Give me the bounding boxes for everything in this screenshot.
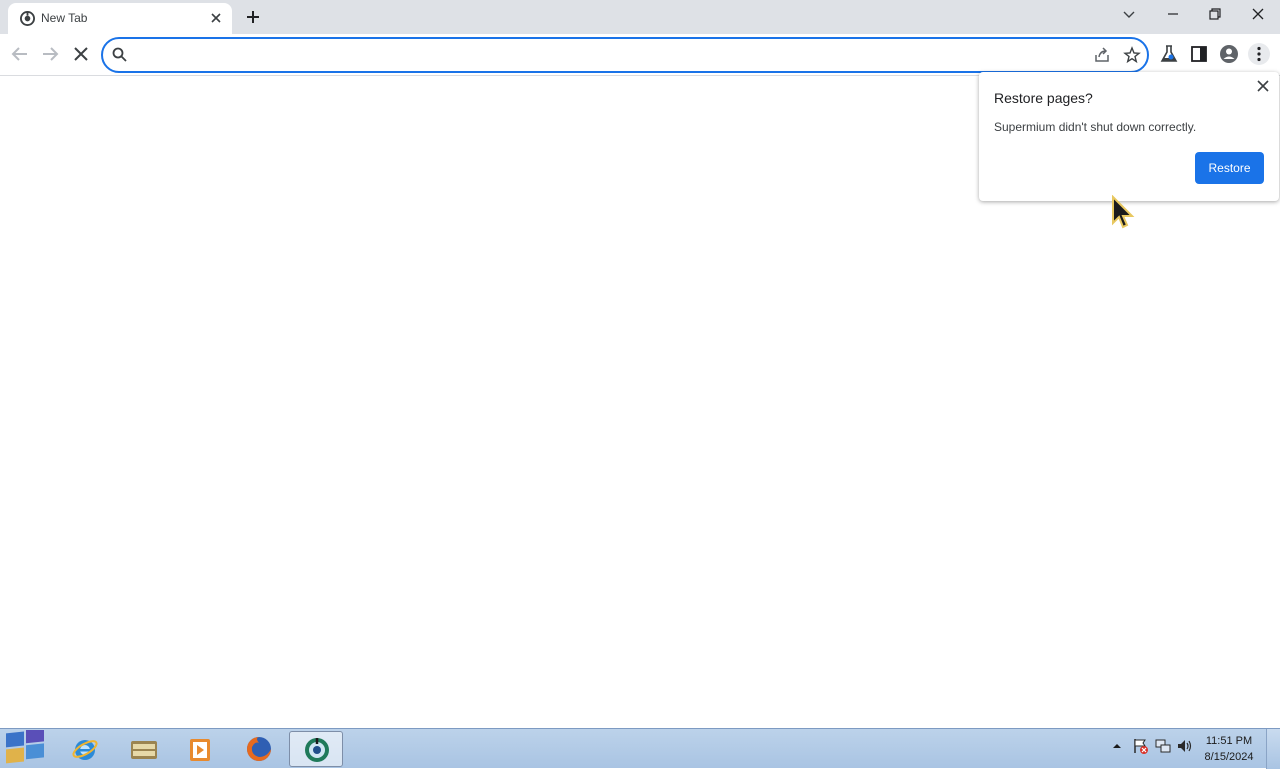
media-player-icon bbox=[190, 739, 210, 761]
taskbar-app-supermium[interactable] bbox=[289, 731, 343, 767]
restore-window-icon[interactable] bbox=[1201, 4, 1229, 26]
minimize-icon[interactable] bbox=[1159, 4, 1187, 26]
close-icon[interactable] bbox=[1255, 78, 1271, 94]
new-tab-button[interactable] bbox=[242, 6, 264, 28]
close-tab-icon[interactable] bbox=[208, 10, 224, 26]
action-center-icon[interactable] bbox=[1132, 737, 1150, 755]
volume-icon[interactable] bbox=[1176, 737, 1194, 755]
toolbar bbox=[0, 34, 1280, 76]
supermium-icon bbox=[305, 738, 329, 762]
labs-flask-icon[interactable] bbox=[1158, 43, 1180, 65]
restore-button[interactable]: Restore bbox=[1195, 152, 1264, 184]
clock-time: 11:51 PM bbox=[1205, 735, 1253, 747]
bubble-title: Restore pages? bbox=[994, 90, 1093, 106]
forward-icon[interactable] bbox=[39, 43, 61, 65]
bookmark-star-icon[interactable] bbox=[1123, 46, 1141, 64]
mouse-cursor-icon bbox=[1112, 195, 1135, 229]
start-button-icon[interactable] bbox=[0, 730, 52, 768]
firefox-icon bbox=[247, 737, 271, 761]
system-clock[interactable]: 11:51 PM 8/15/2024 bbox=[1198, 733, 1260, 765]
tab-strip: New Tab bbox=[0, 0, 1280, 34]
taskbar-app-ie[interactable] bbox=[58, 731, 112, 767]
search-icon bbox=[112, 47, 127, 62]
close-window-icon[interactable] bbox=[1244, 4, 1272, 26]
restore-pages-bubble: Restore pages? Supermium didn't shut dow… bbox=[979, 72, 1279, 201]
show-hidden-icons-icon[interactable] bbox=[1110, 739, 1124, 753]
internet-explorer-icon bbox=[72, 740, 98, 760]
browser-window: New Tab Restore pages? Supermium didn't … bbox=[0, 0, 1280, 728]
address-bar[interactable] bbox=[101, 37, 1149, 73]
side-panel-icon[interactable] bbox=[1188, 43, 1210, 65]
address-input[interactable] bbox=[135, 44, 1085, 66]
share-icon[interactable] bbox=[1093, 46, 1111, 64]
taskbar-app-media-player[interactable] bbox=[174, 731, 228, 767]
tab-search-icon[interactable] bbox=[1115, 4, 1143, 26]
taskbar-app-library[interactable] bbox=[116, 731, 170, 767]
taskbar-app-firefox[interactable] bbox=[232, 731, 286, 767]
tab-new-tab[interactable]: New Tab bbox=[8, 3, 232, 34]
bubble-message: Supermium didn't shut down correctly. bbox=[994, 120, 1197, 134]
profile-avatar-icon[interactable] bbox=[1218, 43, 1240, 65]
clock-date: 8/15/2024 bbox=[1204, 751, 1254, 763]
tab-title: New Tab bbox=[41, 11, 88, 25]
library-icon bbox=[131, 741, 157, 759]
supermium-icon bbox=[20, 11, 35, 26]
show-desktop-button[interactable] bbox=[1266, 729, 1280, 769]
more-menu-icon[interactable] bbox=[1248, 43, 1270, 65]
network-icon[interactable] bbox=[1154, 737, 1172, 755]
back-icon[interactable] bbox=[9, 43, 31, 65]
stop-loading-icon[interactable] bbox=[70, 43, 92, 65]
taskbar: 11:51 PM 8/15/2024 bbox=[0, 728, 1280, 769]
